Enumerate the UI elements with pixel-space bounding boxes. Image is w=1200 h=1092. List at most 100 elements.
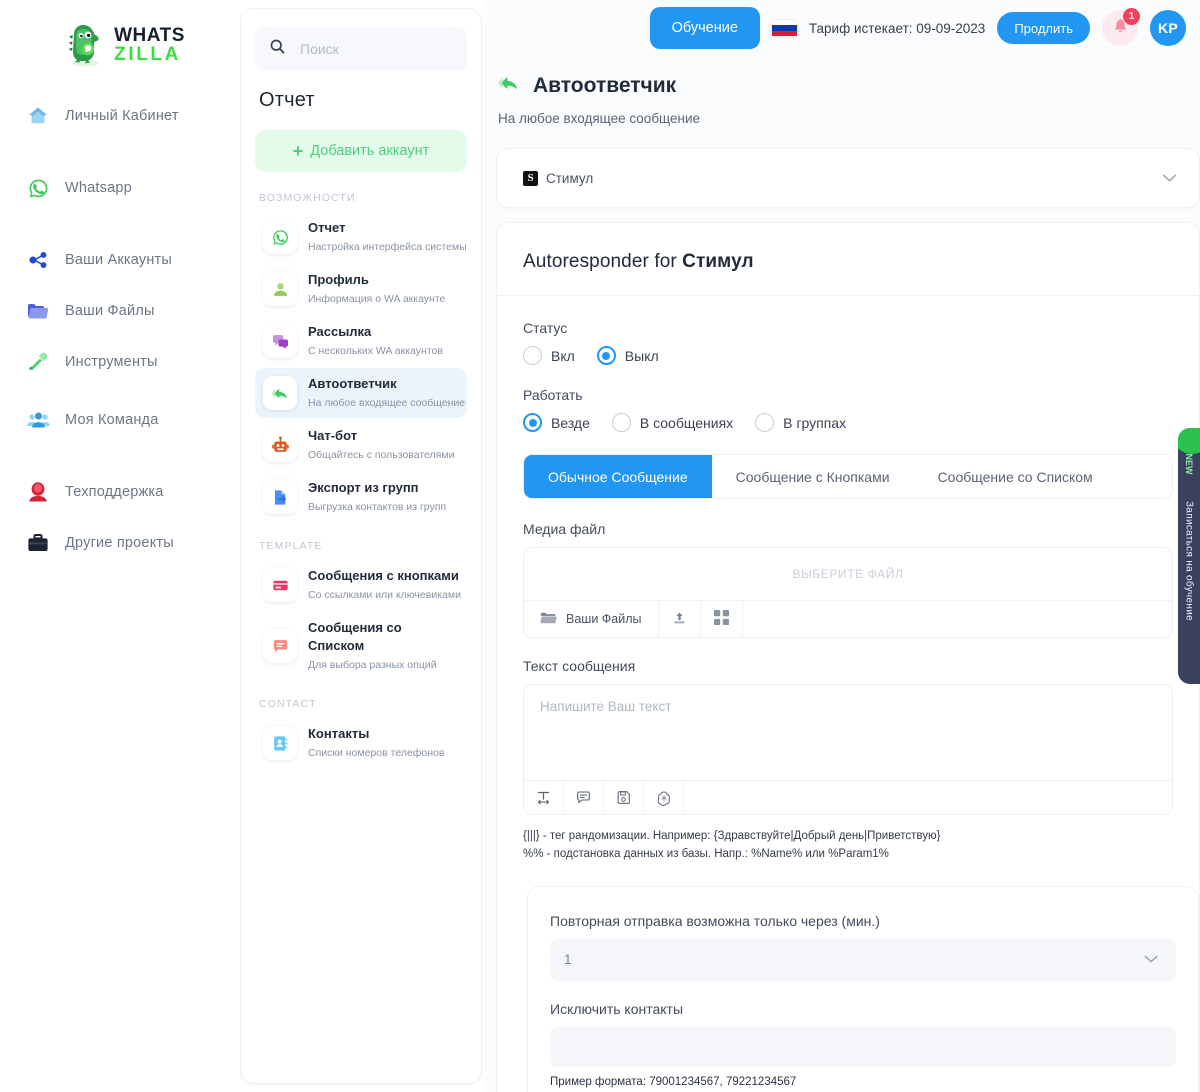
radio-status-off[interactable]: Выкл [596,346,659,365]
radio-status-on[interactable]: Вкл [523,346,575,365]
message-type-tabs: Обычное Сообщение Сообщение с Кнопками С… [523,454,1173,499]
sidebar-label: Моя Команда [65,412,159,428]
support-icon [25,479,51,505]
floating-tab-accent [1178,428,1200,454]
text-width-icon[interactable] [524,781,564,814]
floating-tab-badge: NEW [1184,453,1194,475]
autoresponder-form-card: Autoresponder for Стимул Статус Вкл Выкл… [496,222,1200,1092]
sub-item-profile[interactable]: Профиль Информация о WA аккаунте [255,264,467,314]
stimul-favicon-icon: S [523,170,538,186]
form-heading: Autoresponder for Стимул [523,251,1173,273]
sub-item-text: Отчет Настройка интерфейса системы [308,219,467,255]
sub-item-text: Контакты Списки номеров телефонов [308,725,459,761]
user-avatar[interactable]: KP [1150,10,1186,46]
user-icon [263,272,297,306]
upload-button[interactable] [659,601,701,637]
template-comment-icon[interactable] [564,781,604,814]
radio-label: Выкл [624,347,659,364]
export-file-icon [263,480,297,514]
resend-interval-value: 1 [564,952,572,968]
sub-item-subtitle: Для выбора разных опций [308,659,437,671]
notifications-button[interactable]: 1 [1102,8,1140,46]
grid-view-button[interactable] [701,601,743,637]
page-header: Автоответчик На любое входящее сообщение [482,56,1200,126]
sub-item-button-messages[interactable]: Сообщения с кнопками Со ссылками или клю… [255,560,467,610]
radio-scope-everywhere[interactable]: Везде [523,413,590,432]
radio-dot [755,413,775,432]
radio-label: В группах [783,414,847,431]
sub-item-chatbot[interactable]: Чат-бот Общайтесь с пользователями [255,420,467,470]
media-toolbar-spacer [743,601,1173,637]
folder-icon [25,298,51,324]
your-files-button[interactable]: Ваши Файлы [524,601,659,637]
resend-interval-label: Повторная отправка возможна только через… [550,912,880,929]
sidebar-label: Ваши Аккаунты [65,252,172,268]
sub-item-text: Экспорт из групп Выгрузка контактов из г… [308,479,459,515]
sub-item-list-messages[interactable]: Сообщения со Списком Для выбора разных о… [255,612,467,680]
radio-scope-messages[interactable]: В сообщениях [611,413,733,432]
panel-title: Отчет [259,89,315,111]
sidebar-label: Whatsapp [65,180,132,196]
radio-label: Вкл [551,347,575,364]
sub-item-group-export[interactable]: Экспорт из групп Выгрузка контактов из г… [255,472,467,522]
sub-item-broadcast[interactable]: Рассылка С нескольких WA аккаунтов [255,316,467,366]
add-account-button[interactable]: + Добавить аккаунт [255,130,467,172]
primary-sidebar: WHATS ZILLA Личный Кабинет Whatsapp Ваши… [0,0,240,1092]
account-selector[interactable]: S Стимул [497,149,1199,207]
radio-dot [523,346,542,365]
sidebar-item-your-accounts[interactable]: Ваши Аккаунты [0,244,240,276]
training-floating-tab[interactable]: NEW Записаться на обучение [1178,428,1200,684]
training-button[interactable]: Обучение [649,7,760,49]
sidebar-label: Личный Кабинет [65,108,179,124]
sub-item-title: Профиль [308,272,369,287]
sub-item-text: Профиль Информация о WA аккаунте [308,271,459,307]
sub-item-text: Сообщения со Списком Для выбора разных о… [308,619,459,673]
sub-item-autoresponder[interactable]: Автоответчик На любое входящее сообщение [255,368,467,418]
team-icon [25,407,51,433]
sidebar-item-my-team[interactable]: Моя Команда [0,404,240,436]
search-placeholder: Поиск [300,41,339,57]
work-scope-radio-group: Везде В сообщениях В группах [523,413,1173,432]
message-textarea[interactable]: Напишите Ваш текст [524,685,1172,780]
sub-item-title: Чат-бот [308,428,358,443]
tab-normal-message[interactable]: Обычное Сообщение [524,455,712,498]
sub-item-text: Сообщения с кнопками Со ссылками или клю… [308,567,461,603]
top-bar: Обучение Тариф истекает: 09-09-2023 Прод… [482,0,1200,56]
reply-arrow-icon [496,70,522,101]
resend-interval-select[interactable]: 1 [550,938,1176,981]
sub-item-title: Рассылка [308,324,372,339]
sub-item-text: Автоответчик На любое входящее сообщение [308,375,465,411]
sidebar-item-personal-cabinet[interactable]: Личный Кабинет [0,100,240,132]
sidebar-item-whatsapp[interactable]: Whatsapp [0,172,240,204]
ai-spiral-icon[interactable] [644,781,684,814]
page-title-row: Автоответчик [496,70,1200,101]
sub-item-subtitle: На любое входящее сообщение [308,397,466,409]
secondary-sidebar: Поиск Отчет + Добавить аккаунт ВОЗМОЖНОС… [240,8,482,1084]
extend-subscription-button[interactable]: Продлить [997,12,1090,44]
sub-item-report[interactable]: Отчет Настройка интерфейса системы [255,212,467,262]
sidebar-item-tools[interactable]: Инструменты [0,346,240,378]
hint-line-2: %% - подстановка данных из базы. Напр.: … [523,847,889,860]
status-radio-group: Вкл Выкл [523,346,1173,365]
exclude-contacts-input[interactable] [550,1026,1176,1067]
search-field[interactable]: Поиск [255,27,467,71]
tab-button-message[interactable]: Сообщение с Кнопками [711,455,914,498]
logo-line-2: ZILLA [114,44,181,65]
sub-item-text: Рассылка С нескольких WA аккаунтов [308,323,459,359]
sub-item-text: Чат-бот Общайтесь с пользователями [308,427,459,463]
sub-item-subtitle: Информация о WA аккаунте [308,293,446,305]
hint-line-1: {|||} - тег рандомизации. Например: {Здр… [523,830,941,842]
sidebar-item-support[interactable]: Техподдержка [0,476,240,508]
tab-list-message[interactable]: Сообщение со Списком [913,455,1117,498]
format-example-hint: Пример формата: 79001234567, 79221234567 [550,1075,797,1088]
sub-item-contacts[interactable]: Контакты Списки номеров телефонов [255,718,467,768]
sub-item-title: Автоответчик [308,376,397,391]
radio-scope-groups[interactable]: В группах [755,413,846,432]
sidebar-item-your-files[interactable]: Ваши Файлы [0,295,240,327]
save-disk-icon[interactable] [604,781,644,814]
media-dropzone[interactable]: ВЫБЕРИТЕ ФАЙЛ [524,548,1172,600]
page-subtitle: На любое входящее сообщение [498,111,701,126]
sidebar-item-other-projects[interactable]: Другие проекты [0,527,240,559]
ru-flag-icon[interactable] [771,19,797,37]
contact-book-icon [263,726,297,760]
